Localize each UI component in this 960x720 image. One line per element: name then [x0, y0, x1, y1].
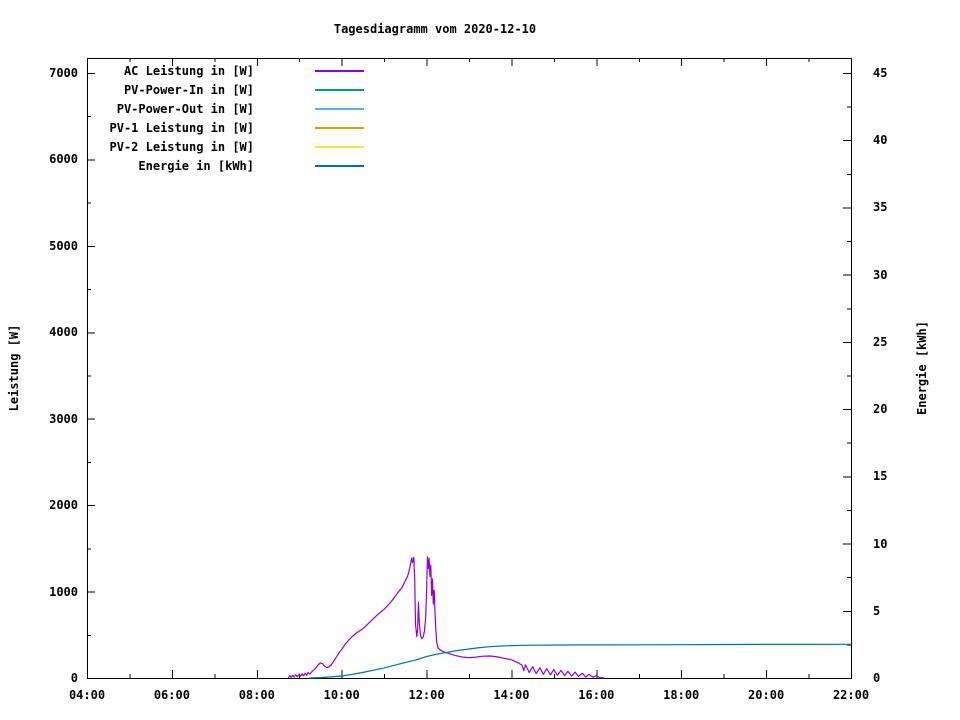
y-left-tick-label: 1000: [49, 584, 78, 599]
y-right-tick-label: 10: [873, 536, 888, 551]
y-left-tick-label: 0: [70, 671, 78, 685]
chart-page: Tagesdiagramm vom 2020-12-10 Leistung [W…: [0, 0, 960, 720]
y-right-tick-label: 40: [873, 133, 888, 148]
y-right-tick-label: 30: [873, 267, 888, 282]
y-left-tick-label: 7000: [49, 66, 78, 80]
legend-label: Energie in [kWh]: [138, 159, 254, 173]
y-left-tick-label: 3000: [49, 411, 78, 426]
y-right-tick-label: 25: [873, 334, 888, 349]
y-right-tick-label: 15: [873, 469, 888, 484]
y-left-tick-label: 4000: [49, 325, 78, 340]
x-tick-label: 22:00: [832, 688, 870, 702]
x-tick-label: 08:00: [238, 688, 275, 702]
x-tick-label: 14:00: [493, 688, 530, 702]
y-left-tick-label: 6000: [49, 152, 78, 167]
y-right-tick-label: 20: [873, 402, 888, 417]
x-tick-label: 18:00: [663, 688, 700, 702]
x-tick-label: 12:00: [408, 688, 445, 702]
legend-color-swatch: [315, 70, 364, 72]
y-left-tick-label: 5000: [49, 238, 78, 253]
legend-color-swatch: [315, 127, 364, 129]
legend-color-swatch: [315, 108, 364, 110]
legend-label: PV-Power-In in [W]: [123, 83, 254, 97]
legend-label: PV-2 Leistung in [W]: [109, 140, 255, 154]
legend-color-swatch: [315, 146, 364, 148]
legend-label: AC Leistung in [W]: [123, 64, 254, 78]
series-line: [288, 556, 605, 679]
x-tick-label: 10:00: [323, 688, 360, 702]
x-tick-label: 16:00: [578, 688, 615, 702]
y-right-tick-label: 0: [873, 671, 881, 685]
x-tick-label: 06:00: [153, 688, 190, 702]
legend-label: PV-1 Leistung in [W]: [109, 121, 255, 135]
legend-color-swatch: [315, 165, 364, 167]
series-line: [309, 643, 852, 679]
x-tick-label: 20:00: [748, 688, 785, 702]
legend-label: PV-Power-Out in [W]: [116, 102, 254, 116]
y-right-tick-label: 45: [873, 66, 888, 80]
y-right-tick-label: 5: [873, 603, 881, 618]
legend-color-swatch: [315, 89, 364, 91]
y-right-tick-label: 35: [873, 200, 888, 215]
y-left-tick-label: 2000: [49, 498, 78, 513]
x-tick-label: 04:00: [68, 688, 106, 702]
